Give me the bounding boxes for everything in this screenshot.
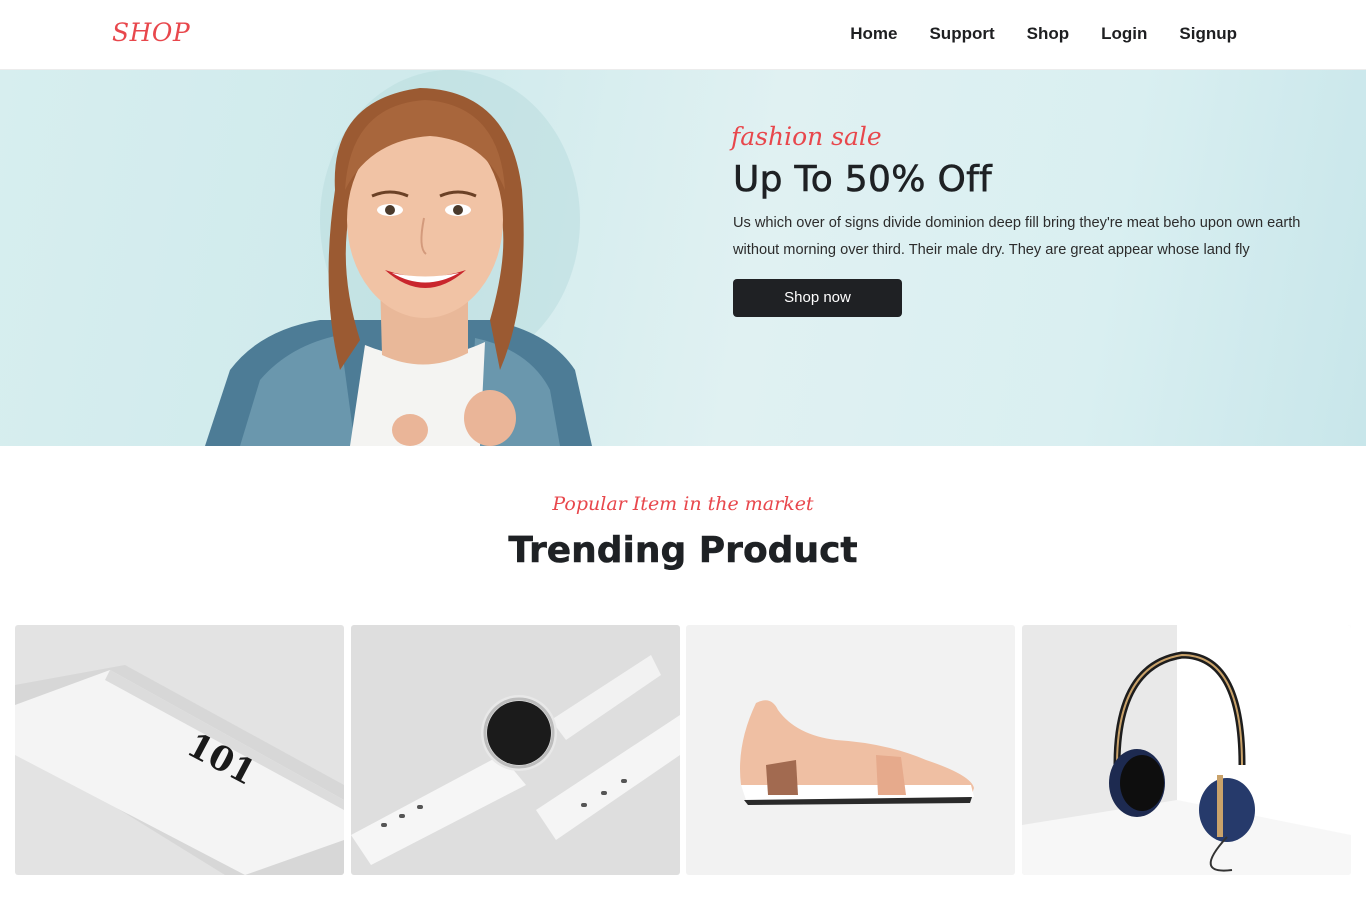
- site-header: SHOP Home Support Shop Login Signup: [0, 0, 1366, 70]
- nav-login[interactable]: Login: [1101, 24, 1147, 44]
- nav-signup[interactable]: Signup: [1179, 24, 1237, 44]
- product-grid: 101: [15, 625, 1351, 875]
- product-card[interactable]: [1022, 625, 1351, 875]
- section-title: Trending Product: [508, 530, 858, 572]
- sneaker-icon: [686, 625, 1015, 875]
- product-card[interactable]: 101: [15, 625, 344, 875]
- nav-home[interactable]: Home: [850, 24, 897, 44]
- logo-link[interactable]: SHOP: [112, 18, 190, 47]
- hero-title: Up To 50% Off: [733, 159, 993, 201]
- section-kicker: Popular Item in the market: [552, 493, 814, 515]
- hero-description: Us which over of signs divide dominion d…: [733, 215, 1301, 258]
- product-card[interactable]: [351, 625, 680, 875]
- hero-text-block: fashion sale Up To 50% Off Us which over…: [731, 122, 1333, 317]
- hero-kicker: fashion sale: [731, 122, 882, 151]
- product-card[interactable]: [686, 625, 1015, 875]
- nav-support[interactable]: Support: [929, 24, 994, 44]
- headphones-icon: [1022, 625, 1351, 875]
- hero-banner: fashion sale Up To 50% Off Us which over…: [0, 70, 1366, 446]
- cosmetic-tube-icon: 101: [15, 625, 344, 875]
- shop-now-button[interactable]: Shop now: [733, 279, 902, 317]
- main-nav: Home Support Shop Login Signup: [818, 24, 1237, 44]
- hero-model-image: [205, 70, 592, 446]
- nav-shop[interactable]: Shop: [1027, 24, 1070, 44]
- smart-watch-icon: [351, 625, 680, 875]
